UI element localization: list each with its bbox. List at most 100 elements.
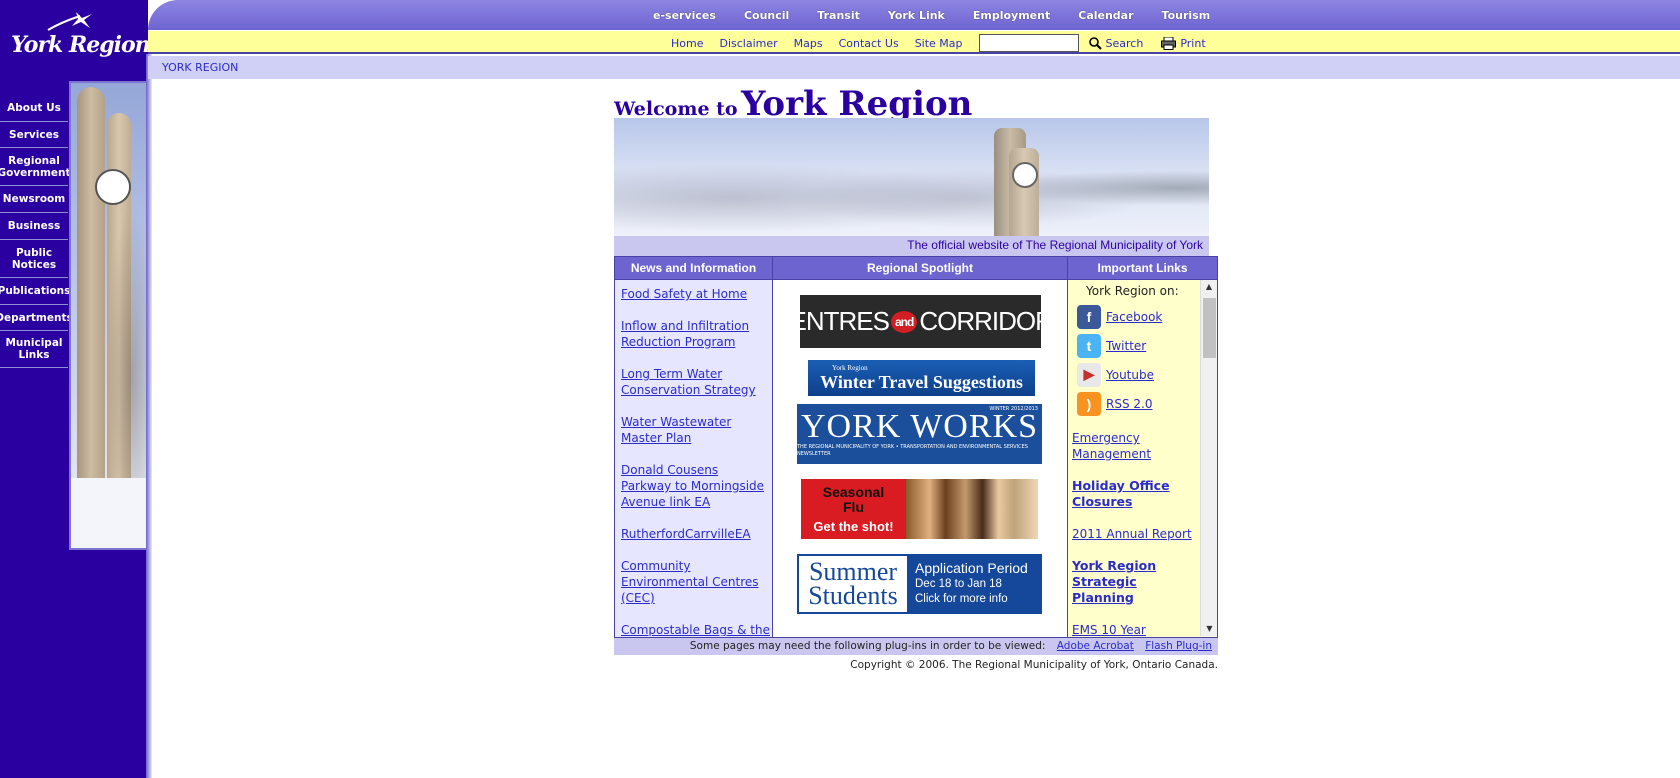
- news-link[interactable]: Inflow and Infiltration Reduction Progra…: [621, 318, 772, 350]
- york-region-logo[interactable]: York Region: [8, 10, 151, 65]
- news-link[interactable]: Community Environmental Centres (CEC): [621, 558, 772, 606]
- ss-more-info: Click for more info: [915, 593, 1008, 605]
- york-works-banner[interactable]: WINTER 2012/2013 YORK WORKS THE REGIONAL…: [797, 404, 1042, 464]
- ss-application-period: Application Period: [915, 560, 1028, 576]
- twitter-icon: t: [1077, 333, 1101, 358]
- clock-icon: [95, 169, 131, 205]
- ss-dates: Dec 18 to Jan 18: [915, 578, 1002, 590]
- topnav-e-services[interactable]: e-services: [653, 9, 716, 22]
- sidebar-item-public-notices[interactable]: Public Notices: [0, 240, 68, 278]
- news-link[interactable]: Donald Cousens Parkway to Morningside Av…: [621, 462, 772, 510]
- rss-icon: ): [1077, 391, 1101, 416]
- links-scroll-area[interactable]: York Region on: f Facebook t Twitter ▶ Youtub…: [1068, 280, 1217, 636]
- yw-title: YORK WORKS: [800, 408, 1038, 445]
- important-links: Emergency Management Holiday Office Closu…: [1072, 430, 1198, 636]
- topnav-tourism[interactable]: Tourism: [1162, 9, 1211, 22]
- util-link-home[interactable]: Home: [671, 37, 703, 50]
- summer-students-banner[interactable]: Summer Students Application Period Dec 1…: [797, 554, 1042, 614]
- breadcrumb[interactable]: YORK REGION: [162, 61, 238, 74]
- flu-line-3: Get the shot!: [813, 518, 894, 534]
- sidebar-item-municipal-links[interactable]: Municipal Links: [0, 331, 68, 368]
- util-link-maps[interactable]: Maps: [794, 37, 823, 50]
- print-button[interactable]: Print: [1161, 36, 1206, 50]
- seasonal-flu-banner[interactable]: Seasonal Flu Get the shot!: [801, 479, 1038, 539]
- search-label: Search: [1105, 36, 1144, 50]
- plugins-text: Some pages may need the following plug-i…: [689, 640, 1046, 652]
- spotlight-column-title: Regional Spotlight: [773, 257, 1067, 280]
- youtube-icon: ▶: [1077, 362, 1101, 387]
- sidebar-item-services[interactable]: Services: [0, 122, 68, 148]
- sidebar-item-about-us[interactable]: About Us: [0, 95, 68, 122]
- sidebar-item-regional-government[interactable]: Regional Government: [0, 148, 71, 186]
- util-link-site-map[interactable]: Site Map: [915, 37, 963, 50]
- clock-tower-image: [69, 81, 146, 550]
- social-link-youtube[interactable]: ▶ Youtube: [1077, 360, 1198, 389]
- news-link[interactable]: Compostable Bags & the Green Bin: [621, 622, 772, 636]
- breadcrumb-bar: YORK REGION: [148, 56, 1680, 79]
- ss-info-block: Application Period Dec 18 to Jan 18 Clic…: [907, 556, 1040, 612]
- news-link[interactable]: Long Term Water Conservation Strategy: [621, 366, 772, 398]
- scrollbar-thumb[interactable]: [1203, 298, 1216, 358]
- important-links-column: Important Links York Region on: f Faceboo…: [1068, 257, 1217, 637]
- cc-right-text: CORRIDORS: [919, 306, 1041, 336]
- important-link[interactable]: York Region Strategic Planning: [1072, 558, 1198, 606]
- social-label: Facebook: [1106, 309, 1163, 324]
- winter-banner-image: [614, 118, 1209, 236]
- sidebar-item-publications[interactable]: Publications: [0, 278, 70, 305]
- social-link-facebook[interactable]: f Facebook: [1077, 302, 1198, 331]
- search-icon: [1088, 36, 1102, 50]
- important-link[interactable]: Emergency Management: [1072, 430, 1198, 462]
- plugins-bar: Some pages may need the following plug-i…: [614, 638, 1218, 655]
- spotlight-list: CENTRES and CORRIDORS York Region Winter…: [773, 280, 1067, 636]
- social-link-rss-2-0[interactable]: ) RSS 2.0: [1077, 389, 1198, 418]
- news-link[interactable]: Food Safety at Home: [621, 286, 772, 302]
- ss-line-2: Students: [808, 581, 898, 610]
- topnav-council[interactable]: Council: [744, 9, 789, 22]
- utility-nav: Home Disclaimer Maps Contact Us Site Map…: [671, 34, 1224, 52]
- important-link[interactable]: Holiday Office Closures: [1072, 478, 1198, 510]
- centres-corridors-banner[interactable]: CENTRES and CORRIDORS: [800, 295, 1041, 348]
- sidebar-item-business[interactable]: Business: [0, 213, 68, 240]
- social-link-twitter[interactable]: t Twitter: [1077, 331, 1198, 360]
- flu-faces-image: [906, 479, 1038, 539]
- important-link[interactable]: 2011 Annual Report: [1072, 526, 1198, 542]
- links-scrollbar[interactable]: ▲ ▼: [1200, 280, 1217, 636]
- social-label: Twitter: [1106, 338, 1147, 353]
- spotlight-column: Regional Spotlight CENTRES and CORRIDORS…: [773, 257, 1068, 637]
- banner-clock-icon: [1012, 162, 1038, 188]
- topnav-calendar[interactable]: Calendar: [1078, 9, 1133, 22]
- news-list[interactable]: Food Safety at Home Inflow and Infiltrati…: [615, 280, 772, 636]
- topnav-transit[interactable]: Transit: [817, 9, 860, 22]
- scroll-down-arrow-icon[interactable]: ▼: [1201, 622, 1217, 636]
- sidebar-item-newsroom[interactable]: Newsroom: [0, 186, 68, 213]
- news-column-title: News and Information: [615, 257, 772, 280]
- sidebar-item-departments[interactable]: Departments: [0, 305, 73, 331]
- scroll-up-arrow-icon[interactable]: ▲: [1201, 280, 1217, 294]
- print-label: Print: [1180, 36, 1206, 50]
- cc-left-text: CENTRES: [800, 306, 890, 336]
- news-link[interactable]: Water Wastewater Master Plan: [621, 414, 772, 446]
- welcome-heading: Welcome to York Region: [614, 84, 972, 124]
- flu-line-1: Seasonal: [822, 483, 885, 500]
- topnav-york-link[interactable]: York Link: [888, 9, 945, 22]
- content-panels: News and Information Food Safety at Home…: [614, 256, 1218, 638]
- winter-travel-banner[interactable]: York Region Winter Travel Suggestions: [808, 360, 1035, 396]
- logo-swoosh-icon: [47, 12, 92, 31]
- news-column: News and Information Food Safety at Home…: [615, 257, 773, 637]
- social-label: RSS 2.0: [1106, 396, 1153, 411]
- adobe-acrobat-link[interactable]: Adobe Acrobat: [1057, 640, 1134, 652]
- important-link[interactable]: EMS 10 Year: [1072, 622, 1198, 636]
- logo-text: York Region: [11, 32, 151, 58]
- social-label: Youtube: [1106, 367, 1154, 382]
- social-heading: York Region on:: [1086, 284, 1179, 298]
- yw-subtitle: THE REGIONAL MUNICIPALITY OF YORK • TRAN…: [797, 444, 1028, 457]
- util-link-contact-us[interactable]: Contact Us: [839, 37, 899, 50]
- news-link[interactable]: RutherfordCarrvilleEA: [621, 526, 772, 542]
- top-navigation-bar: e-services Council Transit York Link Employm…: [148, 0, 1680, 30]
- flu-line-2: Flu: [843, 498, 864, 515]
- util-link-disclaimer[interactable]: Disclaimer: [719, 37, 777, 50]
- topnav-employment[interactable]: Employment: [973, 9, 1050, 22]
- flash-plugin-link[interactable]: Flash Plug-in: [1145, 640, 1212, 652]
- search-input[interactable]: [978, 34, 1079, 52]
- search-button[interactable]: Search: [1088, 36, 1144, 50]
